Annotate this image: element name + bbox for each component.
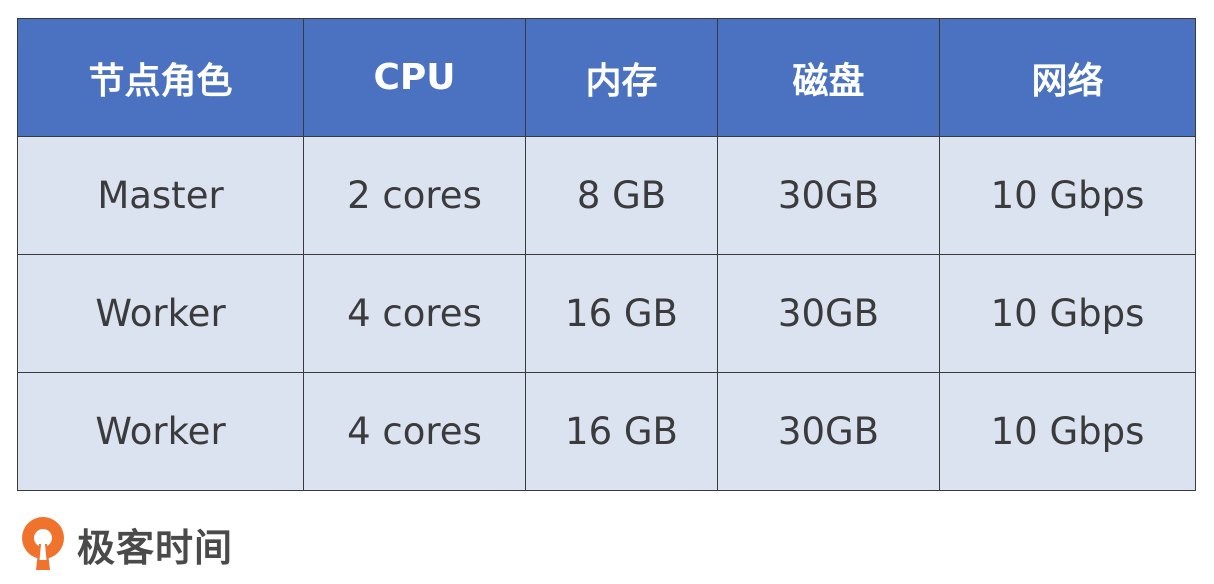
header-cpu: CPU xyxy=(303,18,526,137)
table-row: Worker 4 cores 16 GB 30GB 10 Gbps xyxy=(17,372,1196,491)
cell-node-role: Master xyxy=(17,136,304,255)
cell-disk: 30GB xyxy=(717,254,940,373)
header-network: 网络 xyxy=(939,18,1196,137)
cell-network: 10 Gbps xyxy=(939,254,1196,373)
cell-memory: 8 GB xyxy=(525,136,718,255)
header-row: 节点角色 CPU 内存 磁盘 网络 xyxy=(17,18,1196,137)
geektime-logo-icon xyxy=(22,517,64,570)
table-body: Master 2 cores 8 GB 30GB 10 Gbps Worker … xyxy=(17,136,1196,491)
cell-node-role: Worker xyxy=(17,254,304,373)
cell-node-role: Worker xyxy=(17,372,304,491)
cell-network: 10 Gbps xyxy=(939,372,1196,491)
header-node-role: 节点角色 xyxy=(17,18,304,137)
brand-name: 极客时间 xyxy=(77,525,234,570)
cell-cpu: 2 cores xyxy=(303,136,526,255)
cell-network: 10 Gbps xyxy=(939,136,1196,255)
table-header: 节点角色 CPU 内存 磁盘 网络 xyxy=(17,18,1196,137)
cell-memory: 16 GB xyxy=(525,372,718,491)
header-disk: 磁盘 xyxy=(717,18,940,137)
cell-cpu: 4 cores xyxy=(303,254,526,373)
cell-disk: 30GB xyxy=(717,372,940,491)
table-row: Master 2 cores 8 GB 30GB 10 Gbps xyxy=(17,136,1196,255)
header-memory: 内存 xyxy=(525,18,718,137)
cell-cpu: 4 cores xyxy=(303,372,526,491)
cell-disk: 30GB xyxy=(717,136,940,255)
node-spec-table: 节点角色 CPU 内存 磁盘 网络 Master 2 cores 8 GB 30… xyxy=(17,18,1196,491)
cell-memory: 16 GB xyxy=(525,254,718,373)
table-row: Worker 4 cores 16 GB 30GB 10 Gbps xyxy=(17,254,1196,373)
brand-footer: 极客时间 xyxy=(17,514,233,574)
